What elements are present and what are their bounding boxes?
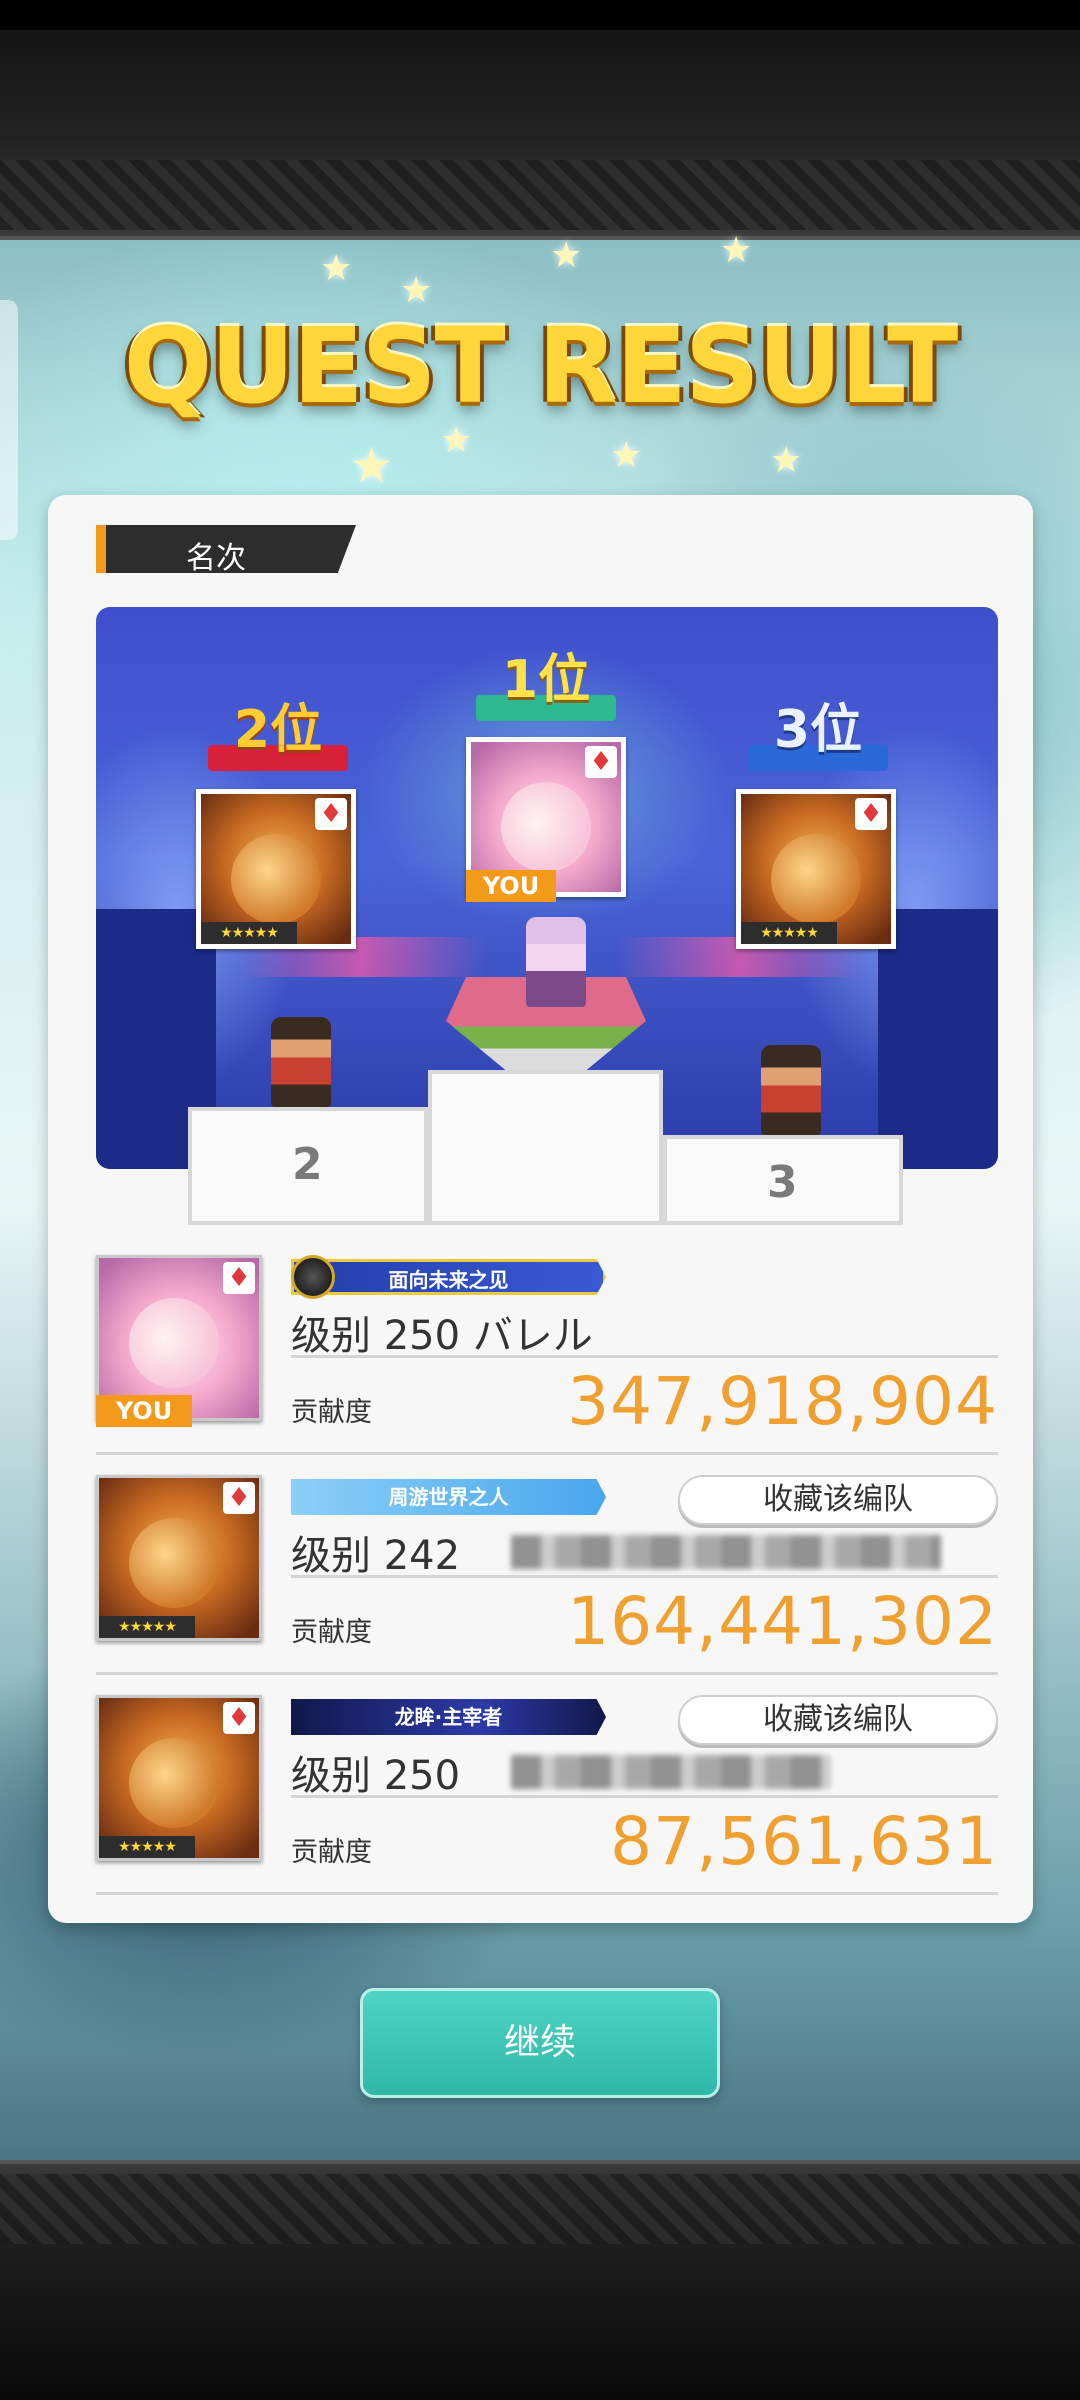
divider [291, 1575, 998, 1578]
contribution-value: 164,441,302 [567, 1583, 998, 1660]
rank-2-label: 2位 [233, 700, 323, 760]
contribution-label: 贡献度 [291, 1837, 372, 1868]
rarity-stars: ★★★★★ [99, 1836, 195, 1858]
save-party-button[interactable]: 收藏该编队 [678, 1695, 998, 1745]
star-icon: ★ [550, 235, 583, 276]
section-tag: 名次 [96, 525, 356, 573]
diamond-icon: ♦ [223, 1262, 255, 1294]
blurred-name [511, 1755, 831, 1789]
top-bar [0, 0, 1080, 240]
character-face [231, 834, 321, 924]
result-row-2: ♦ ★★★★★ 周游世界之人 收藏该编队 级别 242 贡献度 164,441,… [96, 1475, 998, 1675]
rank-1-label: 1位 [501, 650, 591, 710]
divider [291, 1355, 998, 1358]
bottom-stripe [0, 2174, 1080, 2244]
diamond-icon: ♦ [223, 1702, 255, 1734]
section-label: 名次 [186, 541, 246, 576]
rank-2-portrait[interactable]: ♦ ★★★★★ [196, 789, 356, 949]
page-title: QUEST RESULT [123, 305, 958, 427]
emblem-icon [291, 1255, 335, 1299]
diamond-icon: ♦ [223, 1482, 255, 1514]
you-badge: YOU [96, 1395, 192, 1427]
contribution-label: 贡献度 [291, 1397, 372, 1428]
divider [291, 1795, 998, 1798]
podium-2-number: 2 [292, 1139, 323, 1190]
character-face [129, 1298, 219, 1388]
star-icon: ★ [320, 248, 353, 289]
star-icon: ★ [610, 435, 643, 476]
blurred-name [511, 1535, 941, 1569]
star-icon: ★ [770, 440, 803, 481]
row-divider [96, 1452, 998, 1455]
player-portrait[interactable]: ♦ ★★★★★ [96, 1695, 262, 1861]
title-badge: 周游世界之人 [291, 1479, 606, 1515]
character-sprite [526, 917, 586, 1007]
character-sprite [271, 1017, 331, 1107]
you-badge: YOU [466, 870, 556, 902]
rank-3-portrait[interactable]: ♦ ★★★★★ [736, 789, 896, 949]
rarity-stars: ★★★★★ [201, 922, 297, 944]
rank-3-label: 3位 [773, 700, 863, 760]
player-portrait[interactable]: ♦ ★★★★★ [96, 1475, 262, 1641]
result-row-1: ♦ YOU 面向未来之见 级别 250 バレル 贡献度 347,918,904 [96, 1255, 998, 1455]
player-level: 级别 242 [291, 1533, 461, 1579]
result-panel: 名次 2位 ♦ ★★★★★ 1位 ♦ YOU 3位 ♦ ★★★★★ 2 3 ♦ … [48, 495, 1033, 1923]
diamond-icon: ♦ [855, 798, 887, 830]
character-face [129, 1518, 219, 1608]
result-row-3: ♦ ★★★★★ 龙眸·主宰者 收藏该编队 级别 250 贡献度 87,561,6… [96, 1695, 998, 1895]
row-divider [96, 1892, 998, 1895]
character-face [501, 782, 591, 872]
diamond-icon: ♦ [315, 798, 347, 830]
star-icon: ★ [720, 230, 753, 271]
save-party-button[interactable]: 收藏该编队 [678, 1475, 998, 1525]
star-icon: ★ [350, 438, 394, 494]
continue-button[interactable]: 继续 [360, 1988, 720, 2098]
top-stripe [0, 160, 1080, 230]
title-badge: 面向未来之见 [291, 1259, 606, 1295]
scene-tower [878, 909, 998, 1169]
podium-2: 2 [188, 1107, 428, 1225]
row-divider [96, 1672, 998, 1675]
contribution-label: 贡献度 [291, 1617, 372, 1648]
character-sprite [761, 1045, 821, 1135]
character-face [129, 1738, 219, 1828]
bottom-bar [0, 2160, 1080, 2400]
title-badge: 龙眸·主宰者 [291, 1699, 606, 1735]
player-level: 级别 250 [291, 1753, 461, 1799]
rarity-stars: ★★★★★ [99, 1616, 195, 1638]
diamond-icon: ♦ [585, 746, 617, 778]
rarity-stars: ★★★★★ [741, 922, 837, 944]
podium-3-number: 3 [767, 1157, 798, 1208]
player-level: 级别 250 バレル [291, 1313, 593, 1359]
contribution-value: 347,918,904 [567, 1363, 998, 1440]
character-face [771, 834, 861, 924]
status-bar [0, 0, 1080, 30]
podium-1 [428, 1070, 663, 1225]
contribution-value: 87,561,631 [610, 1803, 998, 1880]
podium-3: 3 [663, 1135, 903, 1225]
